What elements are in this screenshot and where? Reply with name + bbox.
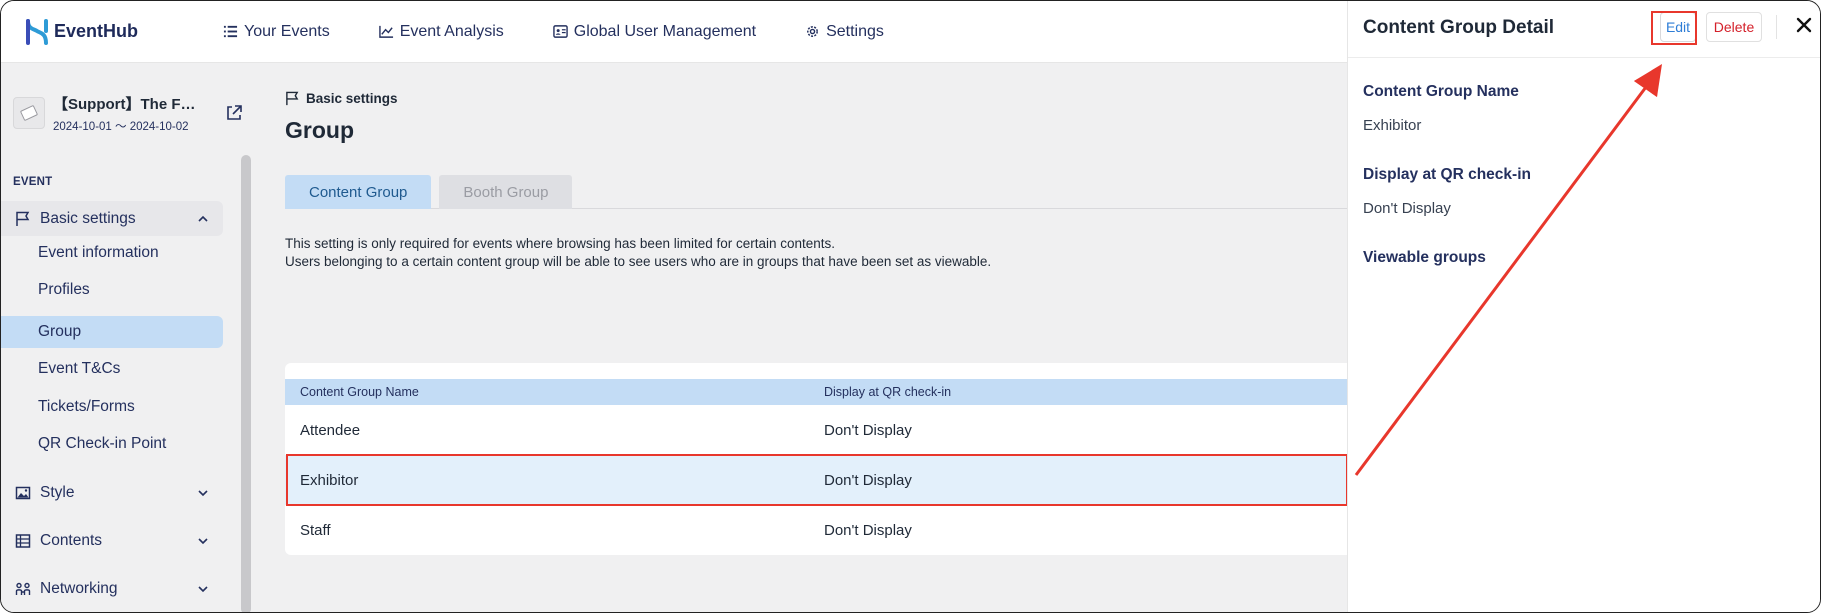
- sidebar-item-tickets-forms[interactable]: Tickets/Forms: [1, 391, 223, 423]
- content-group-detail-panel: Content Group Detail Edit Delete Content…: [1347, 1, 1820, 612]
- description-line-1: This setting is only required for events…: [285, 236, 836, 251]
- edit-button[interactable]: Edit: [1660, 12, 1696, 42]
- field-value-display-qr: Don't Display: [1363, 200, 1451, 217]
- nav-global-user-management[interactable]: Global User Management: [552, 22, 757, 41]
- gear-icon: [807, 26, 818, 37]
- nav-event-analysis[interactable]: Event Analysis: [378, 22, 504, 41]
- panel-divider: [1348, 57, 1820, 58]
- description-line-2: Users belonging to a certain content gro…: [285, 254, 992, 269]
- field-value-content-group-name: Exhibitor: [1363, 117, 1422, 134]
- sidebar-item-profiles[interactable]: Profiles: [1, 274, 223, 306]
- nav-global-user-management-label: Global User Management: [573, 22, 757, 40]
- sidebar-group-contents[interactable]: Contents: [1, 523, 223, 558]
- sidebar-item-group[interactable]: Group: [1, 316, 223, 348]
- top-header: EventHub Your Events Event Analysis Glob…: [1, 1, 1347, 63]
- id-card-icon: [552, 25, 568, 38]
- column-header-name: Content Group Name: [300, 385, 419, 399]
- users-link-icon: [15, 582, 31, 595]
- sidebar-group-networking[interactable]: Networking: [1, 571, 223, 606]
- event-image-icon: [20, 105, 38, 121]
- table-icon: [15, 533, 31, 548]
- sidebar-group-label: Style: [40, 483, 75, 501]
- sidebar-group-label: Contents: [40, 531, 103, 549]
- cell-display: Don't Display: [824, 471, 912, 489]
- column-header-display: Display at QR check-in: [824, 385, 952, 399]
- flag-icon: [16, 211, 30, 226]
- image-icon: [15, 486, 31, 499]
- sidebar-item-event-information[interactable]: Event information: [1, 237, 223, 269]
- event-title: 【Support】The F…: [53, 95, 196, 113]
- nav-event-analysis-label: Event Analysis: [399, 22, 504, 40]
- sidebar-scrollbar[interactable]: [241, 155, 251, 612]
- header-divider: [1776, 15, 1777, 39]
- sidebar-item-label: Tickets/Forms: [38, 398, 135, 415]
- main-content: Basic settings Group Content Group Booth…: [253, 63, 1347, 612]
- brand[interactable]: EventHub: [25, 18, 221, 45]
- tab-booth-group[interactable]: Booth Group: [439, 175, 573, 209]
- cell-display: Don't Display: [824, 421, 912, 439]
- cell-group-name: Staff: [300, 521, 331, 539]
- chevron-down-icon: [198, 489, 208, 496]
- table-row[interactable]: Attendee Don't Display: [285, 405, 1347, 455]
- sidebar-item-label: Group: [38, 323, 82, 340]
- sidebar-group-basic-settings[interactable]: Basic settings: [1, 201, 223, 236]
- field-label-content-group-name: Content Group Name: [1363, 83, 1519, 100]
- sidebar-item-label: Event information: [38, 244, 159, 261]
- breadcrumb-label: Basic settings: [306, 91, 398, 106]
- table-row-selected[interactable]: Exhibitor Don't Display: [285, 455, 1347, 505]
- cell-group-name: Attendee: [300, 421, 361, 439]
- sidebar: 【Support】The F… 2024-10-01 ～ 2024-10-02 …: [1, 63, 253, 612]
- flag-icon: [286, 91, 299, 106]
- sidebar-group-label: Basic settings: [40, 209, 136, 227]
- sidebar-item-event-tcs[interactable]: Event T&Cs: [1, 353, 223, 385]
- tab-content-group[interactable]: Content Group: [285, 175, 432, 209]
- sidebar-item-qr-check-in-point[interactable]: QR Check-in Point: [1, 428, 223, 460]
- content-group-table: Content Group Name Display at QR check-i…: [285, 363, 1347, 555]
- group-tabs: Content Group Booth Group: [285, 175, 1347, 209]
- cell-display: Don't Display: [824, 521, 912, 539]
- external-link-icon[interactable]: [225, 104, 243, 122]
- brand-name: EventHub: [54, 21, 139, 41]
- app-window: EventHub Your Events Event Analysis Glob…: [0, 0, 1821, 613]
- nav-settings-label: Settings: [826, 22, 884, 40]
- chevron-down-icon: [198, 585, 208, 592]
- close-icon[interactable]: [1794, 15, 1814, 35]
- eventhub-logo-icon: [26, 18, 48, 45]
- top-nav: Your Events Event Analysis Global User M…: [223, 23, 933, 41]
- chevron-down-icon: [198, 537, 208, 544]
- sidebar-section-event: EVENT: [13, 176, 53, 188]
- field-label-display-qr: Display at QR check-in: [1363, 166, 1531, 183]
- list-icon: [223, 25, 238, 38]
- delete-button[interactable]: Delete: [1706, 12, 1762, 42]
- panel-title: Content Group Detail: [1363, 17, 1555, 38]
- sidebar-item-label: Profiles: [38, 281, 90, 298]
- description: This setting is only required for events…: [285, 235, 991, 271]
- event-card: 【Support】The F… 2024-10-01 ～ 2024-10-02: [13, 91, 243, 135]
- chevron-up-icon: [198, 215, 208, 222]
- breadcrumb: Basic settings: [285, 91, 398, 106]
- sidebar-group-label: Networking: [40, 579, 118, 597]
- field-label-viewable-groups: Viewable groups: [1363, 249, 1486, 266]
- nav-your-events[interactable]: Your Events: [223, 23, 330, 41]
- sidebar-item-label: QR Check-in Point: [38, 435, 167, 452]
- event-dates: 2024-10-01 ～ 2024-10-02: [53, 120, 189, 133]
- chart-line-icon: [378, 25, 393, 38]
- page-title: Group: [285, 117, 354, 143]
- table-row[interactable]: Staff Don't Display: [285, 505, 1347, 555]
- sidebar-item-label: Event T&Cs: [38, 360, 121, 377]
- sidebar-group-style[interactable]: Style: [1, 475, 223, 510]
- event-thumbnail: [13, 97, 45, 129]
- nav-settings[interactable]: Settings: [805, 23, 884, 41]
- nav-your-events-label: Your Events: [244, 22, 330, 40]
- cell-group-name: Exhibitor: [300, 471, 359, 489]
- table-header: Content Group Name Display at QR check-i…: [285, 379, 1347, 405]
